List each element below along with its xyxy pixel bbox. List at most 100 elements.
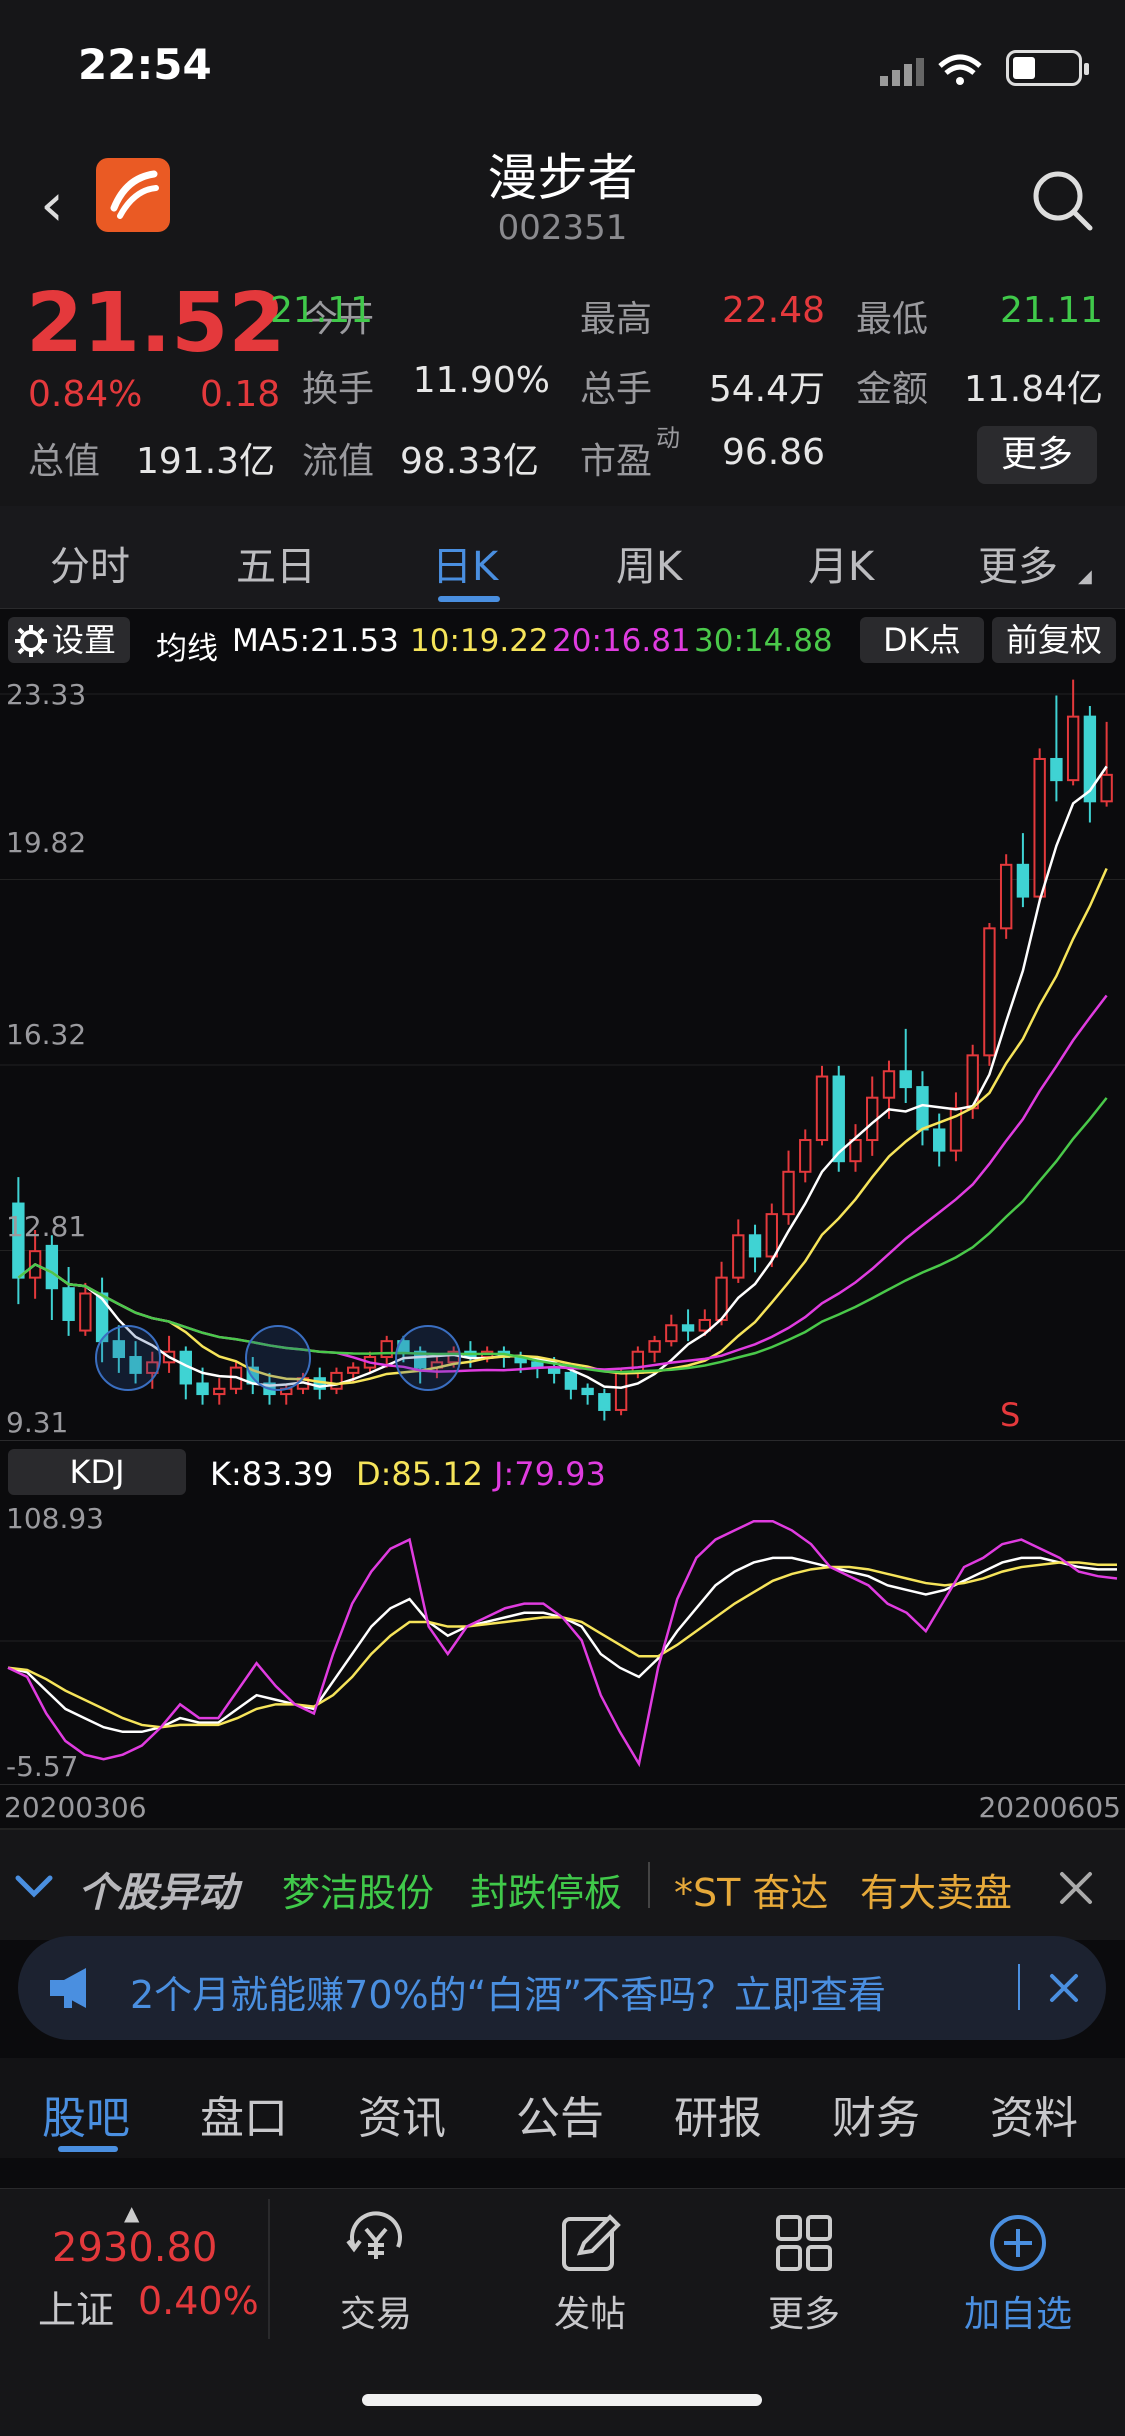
compose-icon	[562, 2214, 621, 2271]
date-axis: 20200306 20200605	[0, 1784, 1125, 1828]
y-tick: -5.57	[6, 1750, 79, 1783]
end-date: 20200605	[978, 1791, 1121, 1824]
field-value: 22.48	[721, 290, 825, 331]
battery-icon	[1006, 50, 1089, 86]
search-icon[interactable]	[1030, 168, 1094, 232]
ma10-line	[17, 868, 1108, 1386]
status-time: 22:54	[78, 40, 212, 89]
candle-body	[213, 1387, 226, 1396]
start-date: 20200306	[4, 1791, 147, 1824]
field-label: 流值	[302, 441, 375, 482]
alerts-title: 个股异动	[78, 1870, 238, 1916]
y-tick: 9.31	[6, 1406, 69, 1439]
promo-text: 2个月就能赚70%的“白酒”不香吗？立即查看	[130, 1973, 887, 2017]
index-name[interactable]: 上证	[38, 2279, 114, 2334]
up-arrow-icon: ▲	[124, 2201, 140, 2225]
candle-body	[1066, 715, 1080, 782]
field-label: 换手	[302, 369, 375, 410]
tab-research[interactable]: 研报	[674, 2082, 762, 2146]
candle-body	[748, 1234, 762, 1258]
tab-monthly-k[interactable]: 月K	[808, 534, 874, 592]
tab-order-book[interactable]: 盘口	[200, 2082, 288, 2146]
close-icon[interactable]	[1048, 1972, 1080, 2004]
nav-add-watchlist[interactable]: 加自选	[948, 2209, 1088, 2337]
home-indicator	[362, 2394, 762, 2406]
kline-chart[interactable]: 23.33 19.82 16.32 12.81 9.31 S	[0, 668, 1125, 1440]
field-value: 96.86	[722, 432, 826, 473]
candle-body	[999, 863, 1013, 930]
kdj-d-value: D:85.12	[356, 1455, 484, 1493]
stock-alerts-bar: 个股异动 梦洁股份 封跌停板 *ST 奋达 有大卖盘	[0, 1828, 1125, 1940]
dk-buy-marker	[95, 1325, 161, 1391]
period-tabs: 分时 五日 日K 周K 月K 更多 ◢	[0, 506, 1125, 608]
candle-body	[732, 1234, 745, 1279]
nav-label: 更多	[767, 2294, 840, 2335]
grid-icon	[776, 2215, 832, 2271]
index-percent[interactable]: 0.40%	[138, 2279, 259, 2323]
price-adjust-button[interactable]: 前复权	[992, 617, 1116, 663]
kdj-svg	[0, 1520, 1125, 1768]
candle-body	[882, 1070, 896, 1099]
alert-item[interactable]: 梦洁股份	[282, 1862, 434, 1917]
field-value: 11.84亿	[963, 369, 1103, 410]
indicator-button[interactable]: KDJ	[8, 1449, 186, 1495]
kdj-chart[interactable]: 108.93 -5.57	[0, 1502, 1125, 1784]
dk-point-button[interactable]: DK点	[860, 617, 984, 663]
alert-item[interactable]: 有大卖盘	[860, 1862, 1012, 1917]
tab-news[interactable]: 资讯	[358, 2082, 446, 2146]
tab-forum[interactable]: 股吧	[42, 2082, 130, 2146]
divider	[1018, 1964, 1020, 2010]
index-value[interactable]: 2930.80	[52, 2225, 217, 2271]
alert-item[interactable]: *ST 奋达	[674, 1862, 828, 1917]
content-tabs: 股吧 盘口 资讯 公告 研报 财务 资料	[0, 2058, 1125, 2158]
promo-banner[interactable]: 2个月就能赚70%的“白酒”不香吗？立即查看	[18, 1936, 1106, 2040]
alert-item[interactable]: 封跌停板	[470, 1862, 622, 1917]
y-tick: 16.32	[6, 1018, 87, 1051]
y-tick: 19.82	[6, 826, 87, 859]
ma20-value: 20:16.81	[552, 623, 691, 659]
candle-body	[1100, 773, 1113, 803]
yuan-trade-icon	[346, 2211, 402, 2259]
candle-body	[347, 1366, 360, 1374]
candle-body	[380, 1340, 393, 1359]
tab-more[interactable]: 更多	[978, 534, 1058, 592]
nav-post[interactable]: 发帖	[520, 2209, 660, 2337]
triangle-icon: ◢	[1078, 566, 1092, 587]
close-icon[interactable]	[1058, 1870, 1094, 1906]
tab-profile[interactable]: 资料	[990, 2082, 1078, 2146]
ma20-line	[17, 994, 1108, 1373]
field-label: 金额	[856, 369, 929, 410]
candle-body	[933, 1128, 946, 1152]
tab-weekly-k[interactable]: 周K	[616, 534, 682, 592]
tab-intraday[interactable]: 分时	[50, 534, 130, 592]
stock-name: 漫步者	[487, 149, 638, 207]
candle-body	[899, 1070, 912, 1089]
nav-bar: ‹ 漫步者 002351	[0, 130, 1125, 270]
gear-icon	[15, 625, 47, 657]
candle-body	[815, 1075, 829, 1142]
last-price: 21.52	[26, 276, 286, 371]
settings-button[interactable]: 设置	[8, 617, 130, 663]
kdj-j-value: J:79.93	[494, 1455, 606, 1493]
nav-label: 交易	[339, 2294, 412, 2335]
candle-body	[62, 1287, 75, 1321]
tab-daily-k[interactable]: 日K	[432, 534, 498, 592]
candle-body	[983, 927, 996, 1057]
candle-body	[765, 1213, 778, 1258]
tab-announcements[interactable]: 公告	[516, 2082, 604, 2146]
field-value: 98.33亿	[400, 441, 540, 482]
nav-more[interactable]: 更多	[734, 2209, 874, 2337]
candle-body	[782, 1170, 795, 1216]
ma-prefix: 均线	[156, 631, 218, 667]
candle-body	[665, 1324, 678, 1343]
chevron-down-icon[interactable]	[14, 1872, 54, 1900]
candle-body	[916, 1086, 929, 1131]
tab-five-day[interactable]: 五日	[236, 534, 316, 592]
add-circle-icon	[990, 2215, 1046, 2271]
nav-trade[interactable]: 交易	[306, 2209, 446, 2337]
candle-body	[196, 1382, 209, 1396]
y-tick: 23.33	[6, 678, 87, 711]
more-button[interactable]: 更多	[977, 426, 1097, 484]
stock-code: 002351	[497, 208, 628, 248]
tab-financials[interactable]: 财务	[832, 2082, 920, 2146]
